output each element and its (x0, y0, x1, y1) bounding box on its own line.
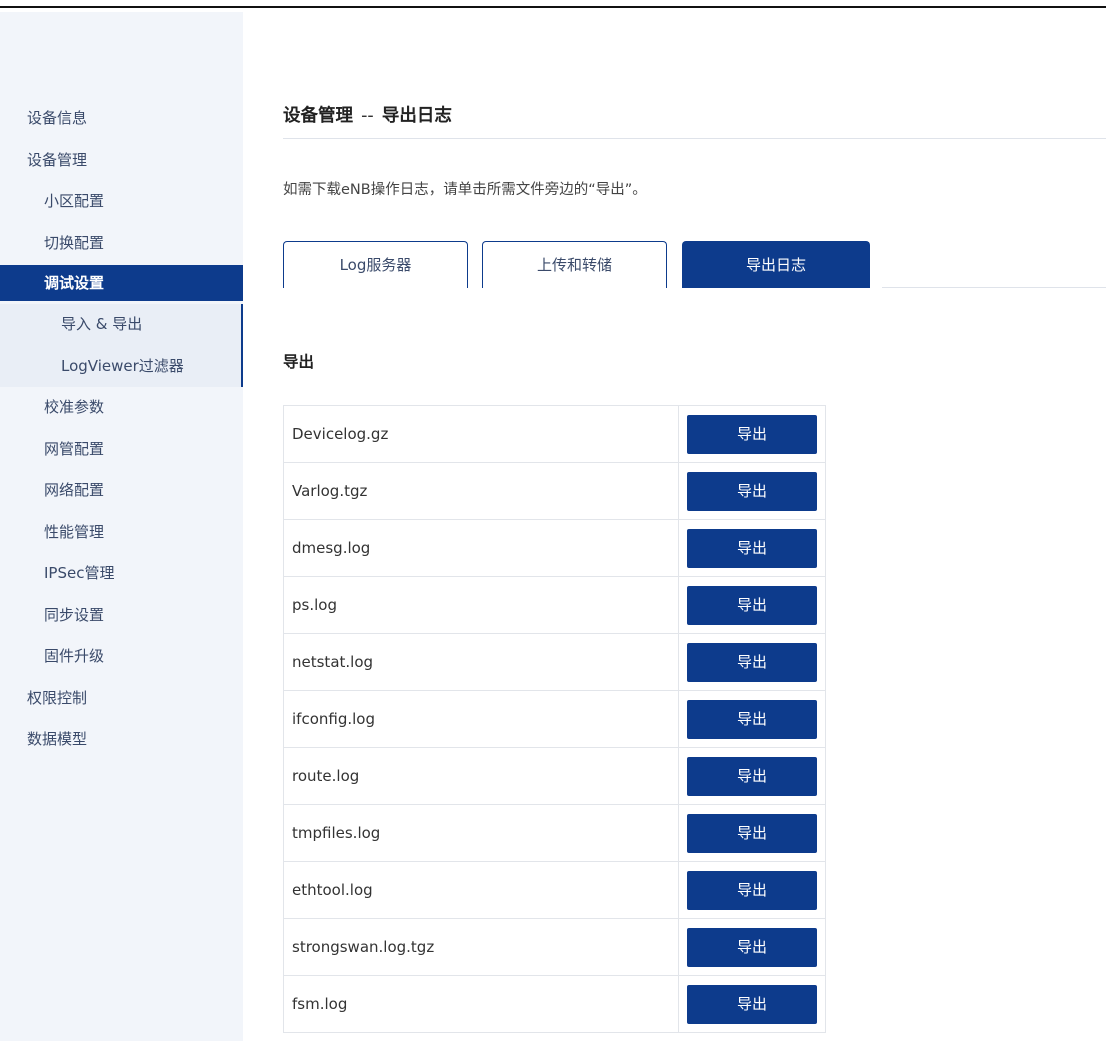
sidebar-item-sync-settings[interactable]: 同步设置 (0, 595, 243, 637)
sidebar-item-data-model[interactable]: 数据模型 (0, 719, 243, 761)
table-row: netstat.log 导出 (283, 633, 826, 691)
sidebar-item-firmware-upgrade[interactable]: 固件升级 (0, 636, 243, 678)
sidebar-item-nms-config[interactable]: 网管配置 (0, 429, 243, 471)
export-button[interactable]: 导出 (687, 756, 817, 796)
sidebar-item-debug-settings[interactable]: 调试设置 (0, 265, 243, 301)
file-name: ethtool.log (283, 861, 679, 919)
export-button[interactable]: 导出 (687, 414, 817, 454)
export-button[interactable]: 导出 (687, 699, 817, 739)
export-button[interactable]: 导出 (687, 471, 817, 511)
file-name: route.log (283, 747, 679, 805)
file-name: netstat.log (283, 633, 679, 691)
sidebar-item-calibration[interactable]: 校准参数 (0, 387, 243, 429)
table-row: strongswan.log.tgz 导出 (283, 918, 826, 976)
page-title-separator: -- (361, 106, 374, 126)
file-name: Devicelog.gz (283, 405, 679, 463)
page-title-sub: 导出日志 (381, 106, 452, 126)
sidebar-item-device-info[interactable]: 设备信息 (0, 98, 243, 140)
table-row: dmesg.log 导出 (283, 519, 826, 577)
export-table: Devicelog.gz 导出 Varlog.tgz 导出 dmesg.log … (283, 405, 826, 1033)
table-row: ethtool.log 导出 (283, 861, 826, 919)
sidebar-item-device-management[interactable]: 设备管理 (0, 140, 243, 182)
file-name: fsm.log (283, 975, 679, 1033)
file-name: Varlog.tgz (283, 462, 679, 520)
file-name: ifconfig.log (283, 690, 679, 748)
table-row: ifconfig.log 导出 (283, 690, 826, 748)
sidebar-item-performance[interactable]: 性能管理 (0, 512, 243, 554)
tab-export-logs[interactable]: 导出日志 (682, 241, 870, 288)
export-button[interactable]: 导出 (687, 585, 817, 625)
file-name: dmesg.log (283, 519, 679, 577)
sidebar-item-import-export[interactable]: 导入 & 导出 (0, 304, 241, 346)
file-name: ps.log (283, 576, 679, 634)
tab-log-server[interactable]: Log服务器 (283, 241, 468, 288)
export-button[interactable]: 导出 (687, 528, 817, 568)
sidebar-subgroup-debug: 导入 & 导出 LogViewer过滤器 (0, 304, 243, 387)
sidebar-item-logviewer-filter[interactable]: LogViewer过滤器 (0, 346, 241, 388)
table-row: route.log 导出 (283, 747, 826, 805)
main-content: 设备管理 -- 导出日志 如需下载eNB操作日志，请单击所需文件旁边的“导出”。… (283, 0, 1106, 1041)
table-row: fsm.log 导出 (283, 975, 826, 1033)
section-title-export: 导出 (283, 353, 315, 371)
sidebar-item-handover-config[interactable]: 切换配置 (0, 223, 243, 265)
table-row: Varlog.tgz 导出 (283, 462, 826, 520)
export-button[interactable]: 导出 (687, 813, 817, 853)
sidebar-item-cell-config[interactable]: 小区配置 (0, 181, 243, 223)
file-name: tmpfiles.log (283, 804, 679, 862)
export-button[interactable]: 导出 (687, 870, 817, 910)
sidebar-item-access-control[interactable]: 权限控制 (0, 678, 243, 720)
table-row: Devicelog.gz 导出 (283, 405, 826, 463)
table-row: ps.log 导出 (283, 576, 826, 634)
export-button[interactable]: 导出 (687, 927, 817, 967)
table-row: tmpfiles.log 导出 (283, 804, 826, 862)
export-button[interactable]: 导出 (687, 642, 817, 682)
page-title-main: 设备管理 (283, 106, 353, 126)
export-button[interactable]: 导出 (687, 984, 817, 1024)
tab-divider (882, 287, 1106, 288)
title-divider (283, 138, 1106, 139)
sidebar-item-ipsec[interactable]: IPSec管理 (0, 553, 243, 595)
sidebar-item-network-config[interactable]: 网络配置 (0, 470, 243, 512)
file-name: strongswan.log.tgz (283, 918, 679, 976)
tab-upload-dump[interactable]: 上传和转储 (482, 241, 667, 288)
intro-text: 如需下载eNB操作日志，请单击所需文件旁边的“导出”。 (283, 182, 647, 198)
tab-bar: Log服务器 上传和转储 导出日志 (283, 241, 1106, 289)
sidebar-nav: 设备信息 设备管理 小区配置 切换配置 调试设置 导入 & 导出 LogView… (0, 98, 243, 761)
page-title: 设备管理 -- 导出日志 (283, 102, 452, 127)
sidebar: 设备信息 设备管理 小区配置 切换配置 调试设置 导入 & 导出 LogView… (0, 12, 243, 1041)
